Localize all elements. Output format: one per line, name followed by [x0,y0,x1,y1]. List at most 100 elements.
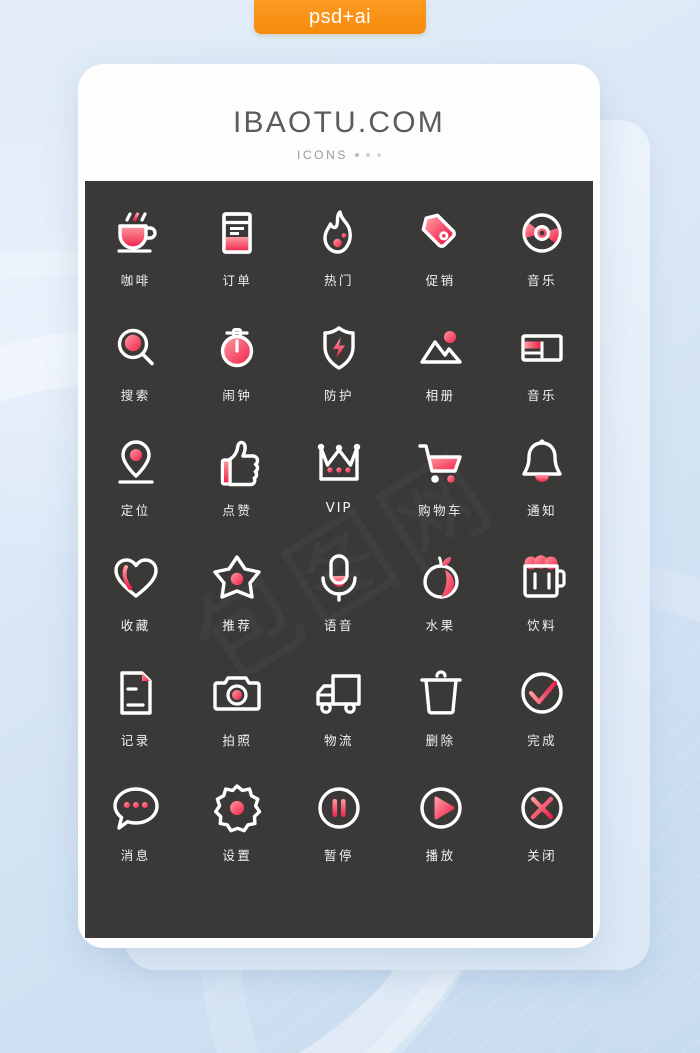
icon-cell-alarm[interactable]: 闹钟 [187,320,289,435]
psd-ai-badge-label: psd+ai [309,5,371,28]
icon-label: 订单 [222,273,253,288]
icon-cell-music-disc[interactable]: 音乐 [491,205,593,320]
icon-label: 拍照 [222,733,253,748]
page-subtitle: ICONS [296,147,348,162]
icon-cell-message[interactable]: 消息 [85,780,187,895]
truck-logistics-icon [311,665,367,721]
icon-label: 完成 [527,733,558,748]
icon-label: 消息 [120,848,151,863]
icon-label: 物流 [323,733,354,748]
icon-label: 收藏 [120,618,151,633]
icon-cell-vip[interactable]: VIP [288,435,390,550]
icon-cell-promotion[interactable]: 促销 [390,205,492,320]
icon-label: 热门 [323,273,354,288]
icon-label: VIP [325,500,353,516]
icon-cell-logistics[interactable]: 物流 [288,665,390,780]
icon-cell-camera[interactable]: 拍照 [187,665,289,780]
icon-cell-voice[interactable]: 语音 [288,550,390,665]
icon-cell-complete[interactable]: 完成 [491,665,593,780]
fruit-apple-icon [413,550,469,606]
icon-label: 关闭 [527,848,558,863]
icon-cell-drink[interactable]: 饮料 [491,550,593,665]
order-icon [209,205,265,261]
icon-label: 搜索 [120,388,151,403]
psd-ai-badge: psd+ai [254,0,426,34]
page-title: IBAOTU.COM [232,105,445,139]
location-pin-icon [108,435,164,491]
star-recommend-icon [209,550,265,606]
icon-label: 饮料 [527,618,558,633]
icon-cell-favorite[interactable]: 收藏 [85,550,187,665]
beer-drink-icon [514,550,570,606]
icon-cell-cart[interactable]: 购物车 [390,435,492,550]
icon-label: 设置 [222,848,253,863]
thumbs-up-icon [209,435,265,491]
dot-icon-3 [377,152,381,157]
poster-page: psd+ai IBAOTU.COM ICONS 包图网 [0,0,700,1053]
icon-cell-close[interactable]: 关闭 [491,780,593,895]
shopping-cart-icon [413,435,469,491]
icon-label: 语音 [323,618,354,633]
icon-label: 定位 [120,503,151,518]
icon-label: 播放 [425,848,456,863]
alarm-clock-icon [209,320,265,376]
music-card-icon [514,320,570,376]
music-disc-icon [514,205,570,261]
icon-showcase-card: IBAOTU.COM ICONS 包图网 [78,64,600,948]
icon-cell-coffee[interactable]: 咖啡 [85,205,187,320]
icon-label: 暂停 [323,848,354,863]
icon-cell-album[interactable]: 相册 [390,320,492,435]
icon-label: 音乐 [527,273,558,288]
icon-cell-search[interactable]: 搜索 [85,320,187,435]
promotion-tag-icon [413,205,469,261]
icon-label: 点赞 [222,503,253,518]
heart-favorite-icon [108,550,164,606]
icon-label: 相册 [425,388,456,403]
icon-cell-location[interactable]: 定位 [85,435,187,550]
icon-cell-notification[interactable]: 通知 [491,435,593,550]
icon-label: 通知 [527,503,558,518]
dot-icon-2 [366,152,370,157]
icon-cell-record[interactable]: 记录 [85,665,187,780]
icon-cell-pause[interactable]: 暂停 [288,780,390,895]
icon-cell-recommend[interactable]: 推荐 [187,550,289,665]
icon-cell-like[interactable]: 点赞 [187,435,289,550]
icon-cell-shield[interactable]: 防护 [288,320,390,435]
icon-cell-hot[interactable]: 热门 [288,205,390,320]
icon-label: 音乐 [527,388,558,403]
album-photo-icon [413,320,469,376]
check-complete-icon [514,665,570,721]
icon-label: 水果 [425,618,456,633]
icon-label: 闹钟 [222,388,253,403]
icon-cell-settings[interactable]: 设置 [187,780,289,895]
coffee-icon [108,205,164,261]
dot-icon-1 [355,152,359,157]
play-icon [413,780,469,836]
gear-settings-icon [209,780,265,836]
icon-cell-order[interactable]: 订单 [187,205,289,320]
trash-delete-icon [413,665,469,721]
document-record-icon [108,665,164,721]
icon-cell-delete[interactable]: 删除 [390,665,492,780]
search-icon [108,320,164,376]
icon-cell-music-card[interactable]: 音乐 [491,320,593,435]
icon-label: 推荐 [222,618,253,633]
icon-panel: 包图网 [85,181,593,938]
card-header: IBAOTU.COM ICONS [78,64,600,181]
icon-cell-fruit[interactable]: 水果 [390,550,492,665]
icon-cell-play[interactable]: 播放 [390,780,492,895]
icon-label: 咖啡 [120,273,151,288]
shield-icon [311,320,367,376]
close-icon [514,780,570,836]
icon-label: 购物车 [418,503,464,518]
camera-icon [209,665,265,721]
subtitle-row: ICONS [297,148,381,162]
hot-flame-icon [311,205,367,261]
icon-label: 记录 [120,733,151,748]
chat-message-icon [108,780,164,836]
microphone-icon [311,550,367,606]
bell-notification-icon [514,435,570,491]
pause-icon [311,780,367,836]
icon-label: 防护 [323,388,354,403]
crown-vip-icon [311,435,367,491]
